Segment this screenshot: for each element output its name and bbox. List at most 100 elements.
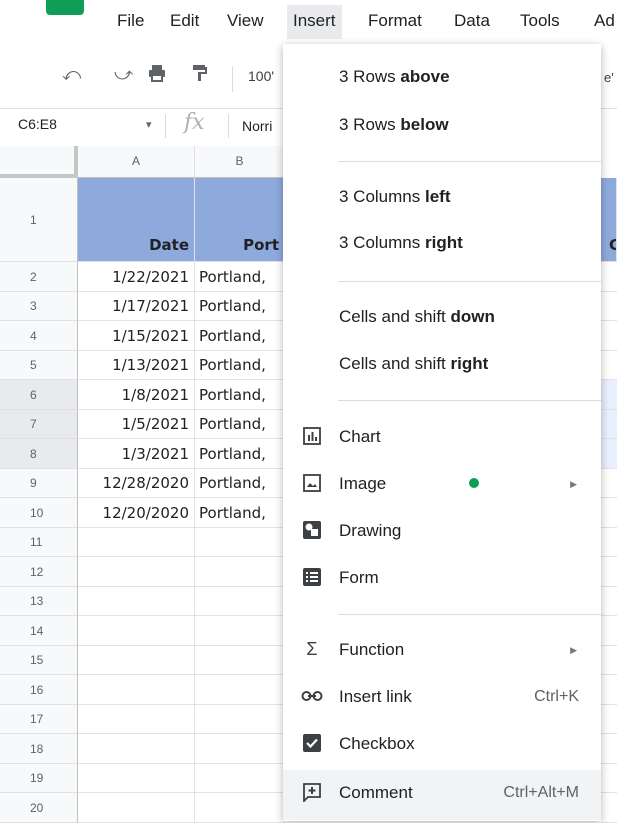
print-icon[interactable] xyxy=(148,64,166,87)
row-header-16[interactable]: 16 xyxy=(0,675,78,705)
cell-offscreen[interactable] xyxy=(601,469,617,498)
cell-offscreen[interactable] xyxy=(601,292,617,321)
cell-port[interactable] xyxy=(195,764,285,793)
column-header-a[interactable]: A xyxy=(78,146,195,178)
cell-date[interactable] xyxy=(78,675,195,705)
cell-date[interactable]: 1/17/2021 xyxy=(78,292,195,321)
row-header-1[interactable]: 1 xyxy=(0,178,78,262)
cell-port[interactable]: Portland, xyxy=(195,469,285,498)
select-all-corner[interactable] xyxy=(0,146,78,178)
cell-offscreen[interactable] xyxy=(601,321,617,351)
cell-offscreen[interactable] xyxy=(601,262,617,292)
cell-date[interactable]: 12/28/2020 xyxy=(78,469,195,498)
cell-date[interactable]: 1/15/2021 xyxy=(78,321,195,351)
cell-offscreen[interactable] xyxy=(601,498,617,528)
cell-port[interactable]: Portland, xyxy=(195,498,285,528)
menu-view[interactable]: View xyxy=(227,11,264,31)
cell-port[interactable]: Portland, xyxy=(195,410,285,439)
cell-date[interactable] xyxy=(78,705,195,734)
cell-port[interactable]: Portland, xyxy=(195,321,285,351)
row-header-11[interactable]: 11 xyxy=(0,528,78,557)
insert-cells-shift-right[interactable]: Cells and shift right xyxy=(283,345,601,385)
cell-date[interactable]: 1/3/2021 xyxy=(78,439,195,469)
menu-format[interactable]: Format xyxy=(368,11,422,31)
insert-comment[interactable]: Comment Ctrl+Alt+M xyxy=(283,770,601,820)
insert-rows-above[interactable]: 3 Rows above xyxy=(283,58,601,98)
cell-date[interactable]: 1/22/2021 xyxy=(78,262,195,292)
cell-date[interactable] xyxy=(78,764,195,793)
cell-port[interactable]: Portland, xyxy=(195,262,285,292)
cell-date[interactable] xyxy=(78,646,195,675)
cell-offscreen[interactable] xyxy=(601,380,617,410)
insert-drawing[interactable]: Drawing xyxy=(283,512,601,552)
cell-offscreen[interactable] xyxy=(601,764,617,793)
row-header-12[interactable]: 12 xyxy=(0,557,78,587)
cell-offscreen[interactable] xyxy=(601,705,617,734)
insert-columns-right[interactable]: 3 Columns right xyxy=(283,224,601,264)
insert-checkbox[interactable]: Checkbox xyxy=(283,725,601,765)
chevron-down-icon[interactable]: ▾ xyxy=(146,118,152,131)
row-header-14[interactable]: 14 xyxy=(0,616,78,646)
cell-date[interactable] xyxy=(78,587,195,616)
menu-tools[interactable]: Tools xyxy=(520,11,560,31)
menu-data[interactable]: Data xyxy=(454,11,490,31)
cell-offscreen[interactable] xyxy=(601,410,617,439)
row-header-4[interactable]: 4 xyxy=(0,321,78,351)
cell-port[interactable] xyxy=(195,557,285,587)
cell-date[interactable]: 1/5/2021 xyxy=(78,410,195,439)
column-header-b[interactable]: B xyxy=(195,146,285,178)
cell-offscreen[interactable] xyxy=(601,528,617,557)
cell-date[interactable] xyxy=(78,557,195,587)
cell-offscreen[interactable] xyxy=(601,351,617,380)
cell-port[interactable]: Portland, xyxy=(195,292,285,321)
menu-edit[interactable]: Edit xyxy=(170,11,199,31)
cell-date[interactable] xyxy=(78,528,195,557)
menu-addons[interactable]: Ad xyxy=(594,11,615,31)
row-header-18[interactable]: 18 xyxy=(0,734,78,764)
cell-port[interactable] xyxy=(195,646,285,675)
cell-port[interactable]: Portland, xyxy=(195,380,285,410)
cell-port[interactable]: Portland, xyxy=(195,351,285,380)
cell-port[interactable] xyxy=(195,705,285,734)
row-header-20[interactable]: 20 xyxy=(0,793,78,823)
row-header-6[interactable]: 6 xyxy=(0,380,78,410)
row-header-5[interactable]: 5 xyxy=(0,351,78,380)
cell-port[interactable] xyxy=(195,616,285,646)
header-cell-c[interactable]: C xyxy=(601,178,617,262)
row-header-2[interactable]: 2 xyxy=(0,262,78,292)
cell-port[interactable] xyxy=(195,528,285,557)
cell-date[interactable]: 1/13/2021 xyxy=(78,351,195,380)
cell-date[interactable]: 12/20/2020 xyxy=(78,498,195,528)
insert-function[interactable]: Σ Function ▶ xyxy=(283,631,601,671)
menu-file[interactable]: File xyxy=(117,11,144,31)
row-header-17[interactable]: 17 xyxy=(0,705,78,734)
cell-offscreen[interactable] xyxy=(601,793,617,823)
cell-date[interactable] xyxy=(78,793,195,823)
redo-icon[interactable]: ⤻ xyxy=(114,64,133,85)
cell-offscreen[interactable] xyxy=(601,675,617,705)
row-header-15[interactable]: 15 xyxy=(0,646,78,675)
cell-date[interactable] xyxy=(78,734,195,764)
formula-input[interactable]: Norri xyxy=(242,118,272,134)
row-header-13[interactable]: 13 xyxy=(0,587,78,616)
row-header-3[interactable]: 3 xyxy=(0,292,78,321)
cell-offscreen[interactable] xyxy=(601,439,617,469)
undo-icon[interactable]: ⤺ xyxy=(62,64,81,85)
insert-rows-below[interactable]: 3 Rows below xyxy=(283,106,601,146)
cell-date[interactable] xyxy=(78,616,195,646)
insert-columns-left[interactable]: 3 Columns left xyxy=(283,178,601,218)
name-box[interactable]: C6:E8 xyxy=(18,116,57,132)
cell-offscreen[interactable] xyxy=(601,587,617,616)
insert-image[interactable]: Image ▶ xyxy=(283,465,601,505)
header-cell-date[interactable]: Date xyxy=(78,178,195,262)
header-cell-port[interactable]: Port xyxy=(195,178,285,262)
cell-port[interactable] xyxy=(195,675,285,705)
paint-format-icon[interactable] xyxy=(192,64,208,87)
cell-offscreen[interactable] xyxy=(601,557,617,587)
cell-port[interactable] xyxy=(195,734,285,764)
insert-chart[interactable]: Chart xyxy=(283,418,601,458)
row-header-10[interactable]: 10 xyxy=(0,498,78,528)
cell-port[interactable]: Portland, xyxy=(195,439,285,469)
insert-link[interactable]: Insert link Ctrl+K xyxy=(283,678,601,718)
cell-port[interactable] xyxy=(195,793,285,823)
